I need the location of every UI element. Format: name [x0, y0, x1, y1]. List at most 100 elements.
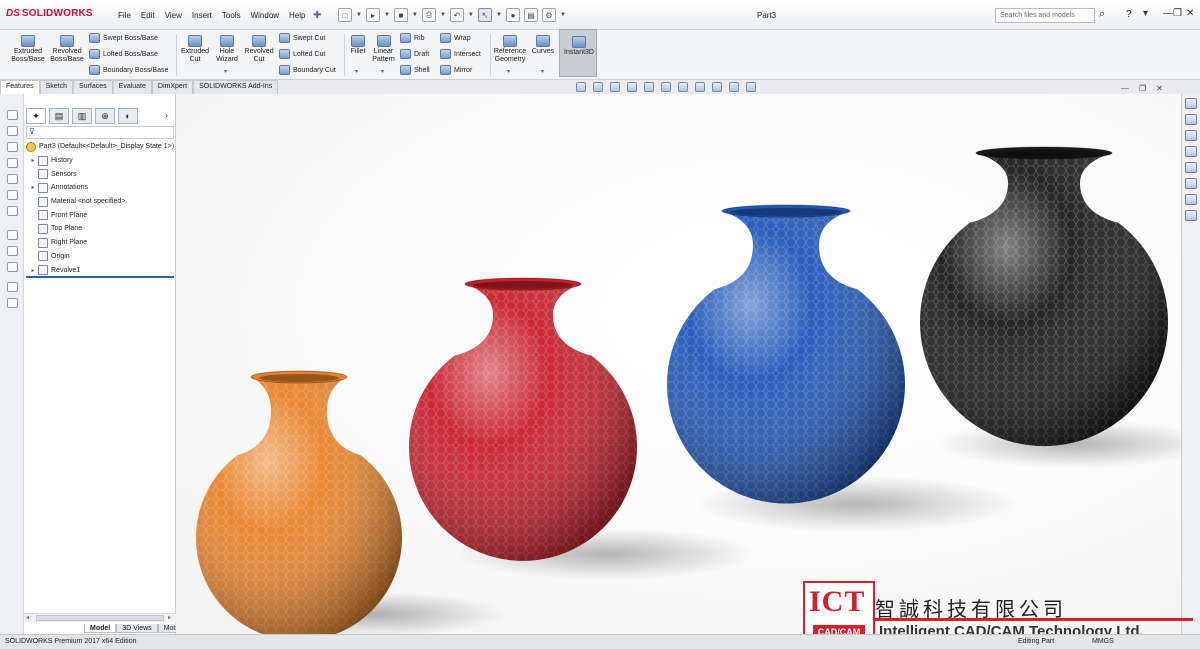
tree-item-sensors[interactable]: Sensors [24, 167, 176, 181]
chevron-down-icon[interactable]: ▾ [355, 68, 358, 75]
tree-item-revolve1[interactable]: ▸ Revolve1 [24, 263, 176, 277]
custom-properties-icon[interactable] [1185, 178, 1197, 189]
menu-file[interactable]: File [118, 11, 131, 20]
tab-evaluate[interactable]: Evaluate [112, 80, 152, 94]
extruded-boss-button[interactable]: Extruded Boss/Base [8, 35, 48, 64]
menu-window[interactable]: Window [251, 11, 279, 20]
view-orientation-icon[interactable] [661, 82, 671, 92]
mirror-button[interactable]: Mirror [440, 65, 472, 75]
file-explorer-icon[interactable] [1185, 130, 1197, 141]
lofted-boss-button[interactable]: Lofted Boss/Base [89, 49, 158, 59]
view-settings-icon[interactable] [746, 82, 756, 92]
chevron-down-icon[interactable]: ▼ [468, 8, 474, 22]
select-cursor-icon[interactable]: ↖ [478, 8, 492, 22]
zoom-to-area-icon[interactable] [593, 82, 603, 92]
linear-pattern-button[interactable]: Linear Pattern [370, 35, 397, 64]
tab-3d-views[interactable]: 3D Views [116, 624, 158, 633]
search-input[interactable]: Search files and models [995, 8, 1095, 23]
rib-button[interactable]: Rib [400, 33, 425, 43]
design-library-icon[interactable] [1185, 114, 1197, 125]
extruded-cut-button[interactable]: Extruded Cut [178, 35, 212, 64]
tree-root[interactable]: Part3 (Default<<Default>_Display State 1… [24, 140, 176, 154]
chevron-down-icon[interactable]: ▾ [224, 68, 227, 75]
lofted-cut-button[interactable]: Lofted Cut [279, 49, 325, 59]
search-icon[interactable]: ⌕ [1099, 8, 1105, 21]
tab-sketch[interactable]: Sketch [39, 80, 74, 94]
blue-vase[interactable] [667, 204, 905, 504]
tree-item-material[interactable]: Material <not specified> [24, 195, 176, 209]
orange-vase[interactable] [196, 370, 402, 634]
menu-view[interactable]: View [165, 11, 182, 20]
appearances-scenes-icon[interactable] [1185, 162, 1197, 173]
chevron-down-icon[interactable]: ▾ [541, 68, 544, 75]
swept-boss-button[interactable]: Swept Boss/Base [89, 33, 158, 43]
layers-icon[interactable] [7, 158, 18, 168]
chevron-down-icon[interactable]: ▼ [440, 8, 446, 22]
new-document-icon[interactable]: □ [338, 8, 352, 22]
section-view-icon[interactable] [627, 82, 637, 92]
fillet-button[interactable]: Fillet [346, 35, 370, 56]
tree-item-history[interactable]: ▸ History [24, 154, 176, 168]
tree-item-front-plane[interactable]: Front Plane [24, 208, 176, 222]
chevron-down-icon[interactable]: ▼ [384, 8, 390, 22]
chevron-right-icon[interactable]: › [165, 110, 168, 120]
shell-button[interactable]: Shell [400, 65, 430, 75]
solidworks-resources-icon[interactable] [1185, 98, 1197, 109]
properties-icon[interactable] [7, 282, 18, 292]
undo-history-icon[interactable] [7, 110, 18, 120]
print-icon[interactable]: ⎙ [422, 8, 436, 22]
solidworks-forum-icon[interactable] [1185, 194, 1197, 205]
chevron-down-icon[interactable]: ▼ [356, 8, 362, 22]
feature-tree-tab-icon[interactable]: ✦ [26, 108, 46, 124]
minimize-window-icon[interactable]: — [1163, 8, 1173, 19]
viewport-minimize-icon[interactable]: — [1121, 84, 1129, 93]
wrap-button[interactable]: Wrap [440, 33, 471, 43]
viewport-restore-icon[interactable]: ❐ [1139, 84, 1146, 93]
restore-window-icon[interactable]: ❐ [1173, 8, 1182, 19]
expand-arrow-icon[interactable]: ▸ [28, 267, 38, 274]
tree-horizontal-scrollbar[interactable]: ◂ ▸ [24, 613, 176, 622]
display-style-icon[interactable] [678, 82, 688, 92]
zoom-to-fit-icon[interactable] [576, 82, 586, 92]
close-window-icon[interactable]: ✕ [1186, 8, 1194, 19]
dimxpert-manager-tab-icon[interactable]: ⊕ [95, 108, 115, 124]
tab-model[interactable]: Model [84, 624, 117, 633]
swept-cut-button[interactable]: Swept Cut [279, 33, 325, 43]
solidworks-logo[interactable]: DS SOLIDWORKS [6, 8, 93, 19]
revolved-cut-button[interactable]: Revolved Cut [243, 35, 275, 64]
property-manager-tab-icon[interactable]: ▤ [49, 108, 69, 124]
menu-insert[interactable]: Insert [192, 11, 212, 20]
scroll-right-icon[interactable]: ▸ [168, 614, 171, 621]
paste-icon[interactable] [7, 142, 18, 152]
expand-arrow-icon[interactable]: ▸ [28, 184, 38, 191]
select-other-icon[interactable] [7, 246, 18, 256]
intersect-button[interactable]: Intersect [440, 49, 481, 59]
filter-input[interactable]: ⊽ [26, 126, 174, 139]
graphics-viewport[interactable] [176, 94, 1183, 634]
help-chevron-icon[interactable]: ▾ [1143, 8, 1148, 19]
apply-scene-icon[interactable] [729, 82, 739, 92]
configuration-icon[interactable] [7, 190, 18, 200]
measure-icon[interactable] [7, 206, 18, 216]
red-vase[interactable] [409, 277, 637, 561]
undo-icon[interactable]: ↶ [450, 8, 464, 22]
scroll-left-icon[interactable]: ◂ [26, 614, 29, 621]
tree-item-top-plane[interactable]: Top Plane [24, 222, 176, 236]
tree-item-annotations[interactable]: ▸ Annotations [24, 181, 176, 195]
menu-edit[interactable]: Edit [141, 11, 155, 20]
draft-button[interactable]: Draft [400, 49, 429, 59]
chevron-down-icon[interactable]: ▼ [560, 8, 566, 22]
copy-icon[interactable] [7, 126, 18, 136]
display-manager-tab-icon[interactable]: ◐ [118, 108, 138, 124]
instant3d-button[interactable]: Instant3D [559, 29, 597, 77]
reference-geometry-button[interactable]: Reference Geometry [492, 35, 528, 64]
revolved-boss-button[interactable]: Revolved Boss/Base [48, 35, 86, 64]
recent-documents-icon[interactable] [1185, 210, 1197, 221]
menu-help[interactable]: Help [289, 11, 305, 20]
curves-button[interactable]: Curves [530, 35, 556, 56]
previous-view-icon[interactable] [610, 82, 620, 92]
tab-features[interactable]: Features [0, 80, 40, 94]
rollback-bar[interactable] [26, 276, 174, 278]
file-properties-icon[interactable]: ▤ [524, 8, 538, 22]
rebuild-icon[interactable]: ● [506, 8, 520, 22]
